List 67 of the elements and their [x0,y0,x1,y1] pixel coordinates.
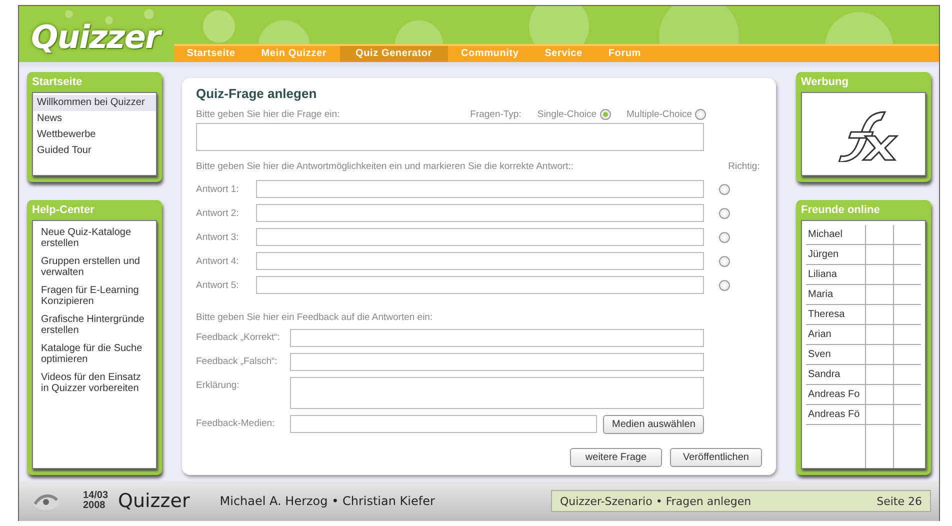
feedback-field[interactable] [290,353,704,371]
panel-title: Freunde online [801,204,881,216]
friend-name[interactable]: Sven [806,345,866,364]
answer-field[interactable] [256,276,704,294]
friend-name[interactable]: Sandra [806,365,866,384]
panel-title: Werbung [801,76,850,88]
type-label: Fragen-Typ: [470,109,522,120]
friend-name[interactable]: Liliana [806,265,866,284]
form-title: Quiz-Frage anlegen [196,86,318,101]
help-link[interactable]: Neue Quiz-Kataloge erstellen [33,223,156,252]
page-number: Seite 26 [876,494,922,508]
field-label: Feedback „Korrekt“: [196,331,281,345]
prompt-text: Bitte geben Sie hier die Antwortmöglichkeiten ein und markieren Sie die korrekte Antwort:: [196,161,575,172]
feedback-field[interactable] [290,377,704,409]
sidebar-item[interactable]: Willkommen bei Quizzer [33,95,156,111]
radio-button[interactable] [718,208,730,218]
sidebar-item[interactable]: Wettbewerbe [33,127,156,143]
panel-title: Help-Center [32,204,96,216]
radio-label: Multiple-Choice [626,109,692,120]
help-link[interactable]: Videos für den Einsatz in Quizzer vorbereiten [33,368,156,397]
friend-name[interactable]: Andreas Fö [806,405,866,424]
radio-button[interactable] [718,232,730,242]
radio-button[interactable] [718,256,730,266]
panel-title: Startseite [32,76,84,88]
friend-name[interactable]: Andreas Fo [806,385,866,404]
friend-name[interactable]: Arian [806,325,866,344]
field-label: Feedback „Falsch“: [196,355,278,369]
radio-button[interactable] [718,184,730,194]
question-field[interactable] [196,123,704,151]
prompt-text: Bitte geben Sie hier die Frage ein: [196,109,341,120]
field-label: Feedback-Medien: [196,417,276,431]
sidebar-item[interactable]: Guided Tour [33,143,156,159]
radio-label: Single-Choice [537,109,597,120]
sidebar-item[interactable]: News [33,111,156,127]
feedback-field[interactable] [290,329,704,347]
radio-button[interactable] [600,109,611,120]
field-label: Antwort 5: [196,280,240,290]
help-link[interactable]: Grafische Hintergründe erstellen [33,310,156,339]
answer-field[interactable] [256,204,704,222]
field-label: Erklärung: [196,379,240,393]
friend-name[interactable]: Michael [806,225,866,244]
answer-field[interactable] [256,180,704,198]
radio-button[interactable] [695,109,706,120]
action-button[interactable]: weitere Frage [570,448,662,467]
column-label: Richtig: [727,161,761,172]
year-text: 2008 [83,501,106,511]
help-link[interactable]: Gruppen erstellen und verwalten [33,252,156,281]
friend-name[interactable]: Theresa [806,305,866,324]
help-link[interactable]: Fragen für E-Learning Konzipieren [33,281,156,310]
topic-text: Quizzer-Szenario • Fragen anlegen [560,494,752,508]
answer-field[interactable] [256,228,704,246]
media-field[interactable] [290,415,597,433]
brand-name: Quizzer [118,490,190,512]
friend-name[interactable]: Maria [806,285,866,304]
field-label: Antwort 3: [196,232,240,242]
answer-field[interactable] [256,252,704,270]
prompt-text: Bitte geben Sie hier ein Feedback auf die Antworten ein: [196,312,434,323]
radio-button[interactable] [718,280,730,290]
field-label: Antwort 4: [196,256,240,266]
friend-name[interactable]: Jürgen [806,245,866,264]
date-text: 14/03 [83,491,108,501]
help-link[interactable]: Kataloge für die Suche optimieren [33,339,156,368]
action-button[interactable]: Veröffentlichen [670,448,762,467]
authors-text: Michael A. Herzog • Christian Kiefer [220,494,436,508]
field-label: Antwort 2: [196,208,240,218]
select-media-button[interactable]: Medien auswählen [603,415,704,434]
field-label: Antwort 1: [196,184,240,194]
